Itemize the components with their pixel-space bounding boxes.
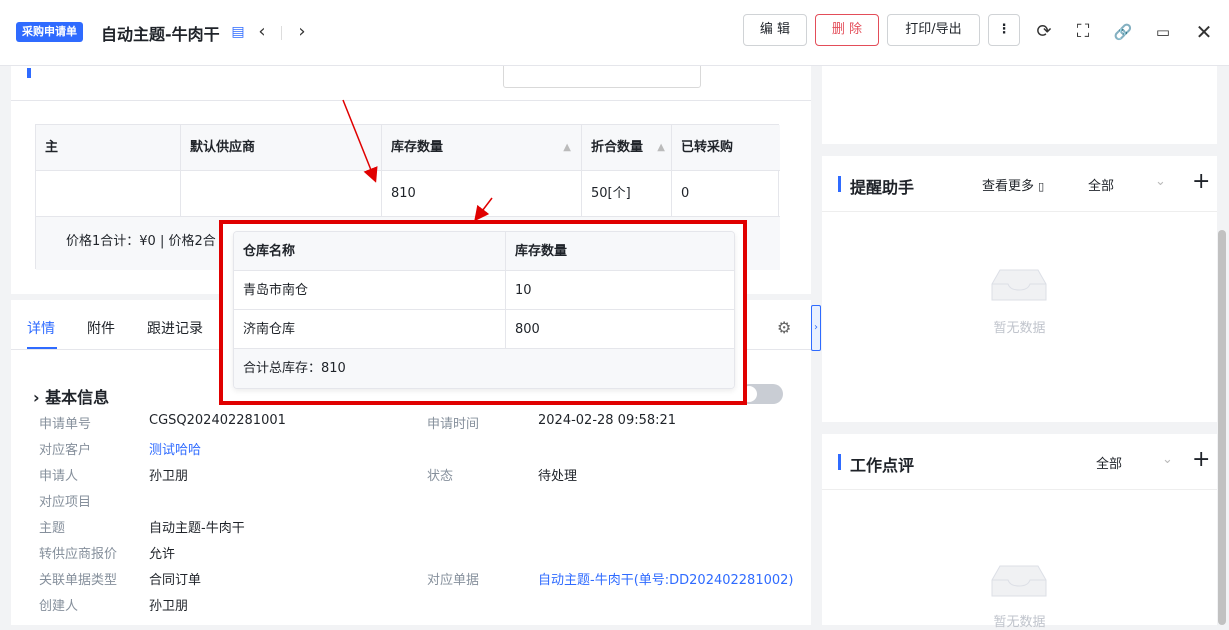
col-header-label: 折合数量: [591, 140, 644, 155]
reminder-filter-select[interactable]: 全部: [1088, 175, 1114, 194]
field-value: CGSQ202402281001: [149, 413, 286, 428]
field-label: 对应项目: [39, 495, 92, 510]
col-header-stock[interactable]: 库存数量 ▲: [382, 125, 582, 171]
section-bar: [27, 68, 31, 78]
tab-attachments[interactable]: 附件: [87, 318, 115, 338]
fullscreen-icon[interactable]: ⛶: [1071, 20, 1095, 44]
search-input[interactable]: [503, 66, 701, 88]
table-cell: 50[个]: [582, 171, 672, 217]
field-label: 申请人: [39, 469, 79, 484]
col-header-transferred[interactable]: 已转采购: [672, 125, 780, 171]
warehouse-qty: 10: [506, 271, 734, 310]
prev-record-icon[interactable]: ‹: [252, 22, 272, 42]
stock-breakdown-table: 仓库名称 库存数量 青岛市南仓 10 济南仓库 800 合计总库存：810: [233, 231, 735, 389]
section-bar: [838, 454, 841, 470]
panel-header-clipped: [27, 66, 787, 88]
link-icon[interactable]: 🔗: [1111, 20, 1135, 44]
field-value: 2024-02-28 09:58:21: [538, 413, 677, 428]
active-tab-indicator: [27, 347, 57, 349]
empty-inbox-icon: [991, 565, 1047, 597]
chevron-down-icon[interactable]: ⌄: [1155, 174, 1166, 189]
customer-link[interactable]: 测试哈哈: [149, 439, 201, 458]
edit-button[interactable]: 编 辑: [743, 14, 807, 46]
view-more-link[interactable]: 查看更多 ▯: [982, 175, 1044, 194]
reminder-panel: 提醒助手 查看更多 ▯ 全部 ⌄ + 暂无数据: [822, 156, 1217, 422]
refresh-icon[interactable]: ⟳: [1032, 20, 1056, 44]
field-label: 对应单据: [427, 573, 480, 588]
field-label: 申请单号: [39, 417, 92, 432]
review-title: 工作点评: [850, 456, 915, 475]
add-review-icon[interactable]: +: [1192, 447, 1210, 472]
col-header-qty: 库存数量: [506, 232, 734, 271]
review-filter-select[interactable]: 全部: [1096, 453, 1122, 472]
laptop-icon[interactable]: ▭: [1151, 20, 1175, 44]
section-title: 基本信息: [45, 388, 110, 407]
doc-icon[interactable]: ▤: [228, 22, 248, 42]
empty-inbox-icon: [991, 269, 1047, 301]
view-more-label: 查看更多: [982, 179, 1035, 194]
stock-qty-cell[interactable]: 810: [382, 171, 582, 217]
book-icon: ▯: [1038, 180, 1045, 193]
divider: [281, 26, 282, 40]
table-cell: [181, 171, 382, 217]
scrollbar-thumb[interactable]: [1218, 230, 1226, 625]
table-cell: 0: [672, 171, 780, 217]
delete-button[interactable]: 删 除: [815, 14, 879, 46]
tab-details[interactable]: 详情: [27, 318, 55, 338]
add-reminder-icon[interactable]: +: [1192, 169, 1210, 194]
close-icon[interactable]: ✕: [1192, 20, 1216, 44]
section-basic-info[interactable]: › 基本信息: [33, 384, 109, 408]
empty-text: 暂无数据: [993, 321, 1046, 336]
panel-header: 工作点评 全部 ⌄ +: [822, 434, 1217, 490]
col-header-supplier[interactable]: 默认供应商: [181, 125, 382, 171]
print-export-button[interactable]: 打印/导出: [887, 14, 980, 46]
doc-type-badge: 采购申请单: [16, 22, 83, 42]
sort-icon[interactable]: ▲: [657, 125, 665, 171]
warehouse-name: 青岛市南仓: [234, 271, 506, 310]
review-panel: 工作点评 全部 ⌄ + 暂无数据: [822, 434, 1217, 630]
chevron-right-icon: ›: [33, 388, 40, 407]
reminder-title: 提醒助手: [850, 178, 915, 197]
field-value: 允许: [149, 547, 176, 562]
field-value: 孙卫朋: [149, 469, 189, 484]
table-cell: [36, 171, 181, 217]
next-record-icon[interactable]: ›: [292, 22, 312, 42]
empty-text: 暂无数据: [993, 615, 1046, 630]
field-label: 状态: [427, 469, 454, 484]
divider: [11, 100, 811, 101]
section-bar: [838, 176, 841, 192]
warehouse-name: 济南仓库: [234, 310, 506, 349]
field-label: 对应客户: [39, 443, 92, 458]
field-value: 孙卫朋: [149, 599, 189, 614]
col-header-label: 库存数量: [391, 140, 444, 155]
total-stock: 合计总库存：810: [234, 349, 734, 388]
col-header-converted[interactable]: 折合数量 ▲: [582, 125, 672, 171]
warehouse-qty: 800: [506, 310, 734, 349]
field-value: 自动主题-牛肉干: [149, 521, 245, 536]
field-label: 转供应商报价: [39, 547, 118, 562]
field-label: 关联单据类型: [39, 573, 118, 588]
panel-header: 提醒助手 查看更多 ▯ 全部 ⌄ +: [822, 156, 1217, 212]
field-value: 待处理: [538, 469, 578, 484]
stock-breakdown-popup: 仓库名称 库存数量 青岛市南仓 10 济南仓库 800 合计总库存：810: [219, 220, 747, 405]
collapse-sidebar-handle[interactable]: ›: [811, 305, 821, 351]
sort-icon[interactable]: ▲: [563, 125, 571, 171]
tab-follow-up[interactable]: 跟进记录: [147, 318, 203, 338]
top-bar: 采购申请单 自动主题-牛肉干 ▤ ‹ › 编 辑 删 除 打印/导出 ⋮ ⟳ ⛶…: [0, 0, 1229, 66]
col-header-warehouse: 仓库名称: [234, 232, 506, 271]
right-top-panel: [822, 66, 1217, 144]
more-actions-icon[interactable]: ⋮: [988, 14, 1020, 46]
gear-icon[interactable]: ⚙: [777, 318, 791, 337]
field-label: 创建人: [39, 599, 79, 614]
col-header: 主: [36, 125, 181, 171]
page-title: 自动主题-牛肉干: [101, 25, 220, 44]
chevron-down-icon[interactable]: ⌄: [1162, 452, 1173, 467]
related-doc-link[interactable]: 自动主题-牛肉干(单号:DD202402281002): [538, 569, 794, 588]
field-label: 申请时间: [427, 417, 480, 432]
field-label: 主题: [39, 521, 66, 536]
field-value: 合同订单: [149, 573, 202, 588]
